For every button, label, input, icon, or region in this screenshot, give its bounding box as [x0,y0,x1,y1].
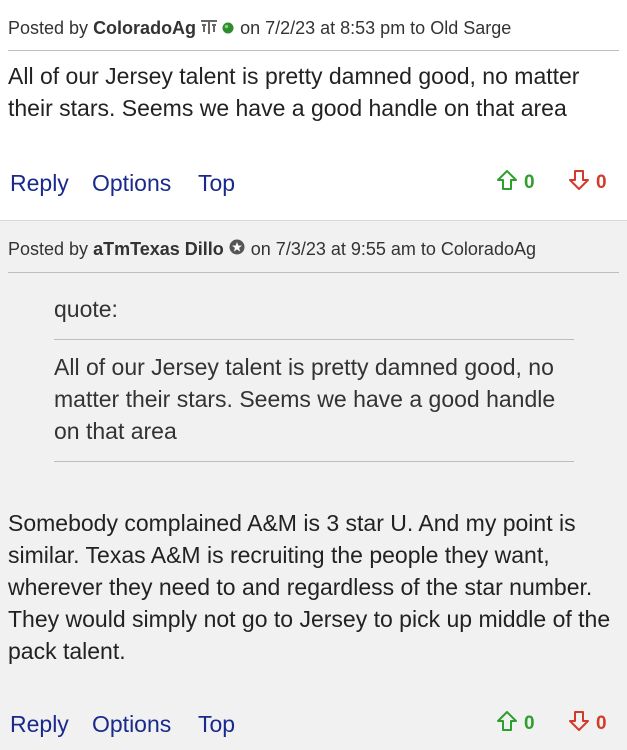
options-button[interactable]: Options [92,708,171,740]
upvote-button[interactable]: 0 [496,708,535,740]
post-body: All of our Jersey talent is pretty damne… [8,63,580,121]
post-2: Posted by aTmTexas Dillo on 7/3/23 at 9:… [0,221,627,750]
post-actions: Reply Options Top 0 0 [8,708,619,740]
options-button[interactable]: Options [92,167,171,199]
downvote-count: 0 [596,713,607,734]
aggie-logo-icon [201,16,218,40]
online-dot-icon [222,16,234,40]
upvote-count: 0 [524,172,535,193]
top-button[interactable]: Top [198,167,235,199]
thumbs-down-arrow-icon [568,169,596,197]
post-header: Posted by ColoradoAg on 7/2/23 at 8:53 p… [8,16,511,40]
post-actions: Reply Options Top 0 0 [8,167,619,199]
thumbs-up-arrow-icon [496,710,524,738]
top-button[interactable]: Top [198,708,235,740]
upvote-button[interactable]: 0 [496,167,535,199]
reply-button[interactable]: Reply [10,708,69,740]
thumbs-up-arrow-icon [496,169,524,197]
downvote-count: 0 [596,172,607,193]
post-meta: on 7/3/23 at 9:55 am to ColoradoAg [250,239,536,259]
quote-top-divider [54,339,574,340]
downvote-button[interactable]: 0 [568,167,607,199]
post-meta: on 7/2/23 at 8:53 pm to Old Sarge [240,18,512,38]
star-badge-icon [229,237,245,261]
downvote-button[interactable]: 0 [568,708,607,740]
post-header: Posted by aTmTexas Dillo on 7/3/23 at 9:… [8,237,536,261]
quote-label: quote: [54,296,118,322]
header-divider [8,272,619,273]
post-1: Posted by ColoradoAg on 7/2/23 at 8:53 p… [0,0,627,221]
quote-text: All of our Jersey talent is pretty damne… [54,354,556,444]
reply-button[interactable]: Reply [10,167,69,199]
quote-bottom-divider [54,461,574,462]
header-divider [8,50,619,51]
posted-by-label: Posted by [8,18,89,38]
upvote-count: 0 [524,713,535,734]
posted-by-label: Posted by [8,239,89,259]
post-body: Somebody complained A&M is 3 star U. And… [8,510,611,664]
username-link[interactable]: ColoradoAg [93,16,196,40]
username-link[interactable]: aTmTexas Dillo [93,237,224,261]
thumbs-down-arrow-icon [568,710,596,738]
